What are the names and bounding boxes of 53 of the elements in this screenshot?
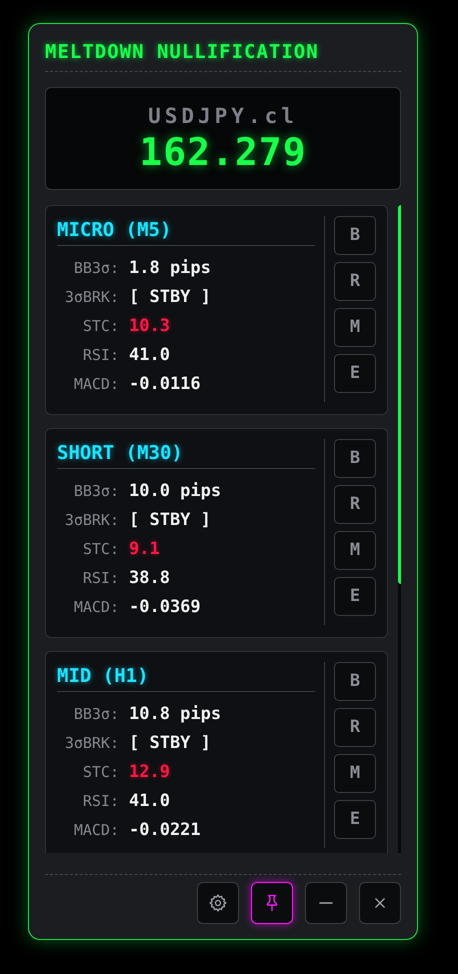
pin-button[interactable] bbox=[251, 882, 293, 924]
settings-button[interactable] bbox=[197, 882, 239, 924]
card-title: MICRO (M5) bbox=[57, 216, 315, 246]
metric-label: RSI: bbox=[82, 791, 119, 812]
metric-value: -0.0369 bbox=[129, 596, 201, 619]
metric-value: [ STBY ] bbox=[129, 732, 211, 755]
metric-value: [ STBY ] bbox=[129, 508, 211, 532]
metric-value: 1.8 pips bbox=[129, 256, 211, 280]
metric-value: 41.0 bbox=[129, 790, 170, 813]
metric-label: RSI: bbox=[82, 568, 119, 590]
mode-button[interactable]: R bbox=[334, 485, 376, 524]
mode-button[interactable]: R bbox=[334, 708, 376, 747]
metric-label: MACD: bbox=[72, 820, 119, 842]
metric-value: 41.0 bbox=[129, 344, 170, 367]
metric-value: -0.0221 bbox=[129, 818, 201, 842]
mode-button[interactable]: B bbox=[334, 216, 376, 255]
metric-label: STC: bbox=[82, 762, 119, 784]
mode-button[interactable]: E bbox=[334, 577, 376, 616]
scrollbar[interactable] bbox=[398, 205, 401, 853]
mode-button[interactable]: E bbox=[334, 354, 376, 393]
metric-label: BB3σ: bbox=[72, 481, 119, 502]
metric-label: STC: bbox=[82, 539, 119, 560]
mode-button[interactable]: M bbox=[334, 531, 376, 570]
mode-button[interactable]: M bbox=[334, 754, 376, 793]
card-title: MID (H1) bbox=[57, 662, 315, 692]
metric-label: STC: bbox=[82, 316, 119, 338]
metric-label: 3σBRK: bbox=[64, 733, 119, 754]
metric-label: BB3σ: bbox=[72, 258, 119, 280]
metric-value: 10.3 bbox=[129, 314, 170, 338]
minimize-icon bbox=[319, 902, 333, 904]
symbol-label: USDJPY.cl bbox=[148, 102, 298, 128]
metric-value: 12.9 bbox=[129, 760, 170, 784]
metric-label: MACD: bbox=[72, 374, 119, 396]
card-title: SHORT (M30) bbox=[57, 439, 315, 469]
metric-label: BB3σ: bbox=[72, 704, 119, 726]
metric-value: 9.1 bbox=[129, 538, 160, 561]
metric-value: 10.0 pips bbox=[129, 480, 222, 503]
settings-icon bbox=[208, 893, 228, 913]
mode-button[interactable]: R bbox=[334, 262, 376, 301]
metric-label: MACD: bbox=[72, 597, 119, 618]
metric-label: 3σBRK: bbox=[64, 287, 119, 308]
metric-value: [ STBY ] bbox=[129, 286, 211, 309]
metric-label: RSI: bbox=[82, 345, 119, 366]
metric-value: -0.0116 bbox=[129, 372, 201, 396]
mode-button[interactable]: B bbox=[334, 439, 376, 478]
mode-button[interactable]: B bbox=[334, 662, 376, 701]
mode-button[interactable]: M bbox=[334, 308, 376, 347]
metric-value: 38.8 bbox=[129, 566, 170, 590]
app-title: MELTDOWN NULLIFICATION bbox=[45, 40, 320, 65]
price-value: 162.279 bbox=[139, 128, 307, 174]
metric-label: 3σBRK: bbox=[64, 510, 119, 532]
mode-button[interactable]: E bbox=[334, 800, 376, 839]
metric-value: 10.8 pips bbox=[129, 702, 222, 726]
